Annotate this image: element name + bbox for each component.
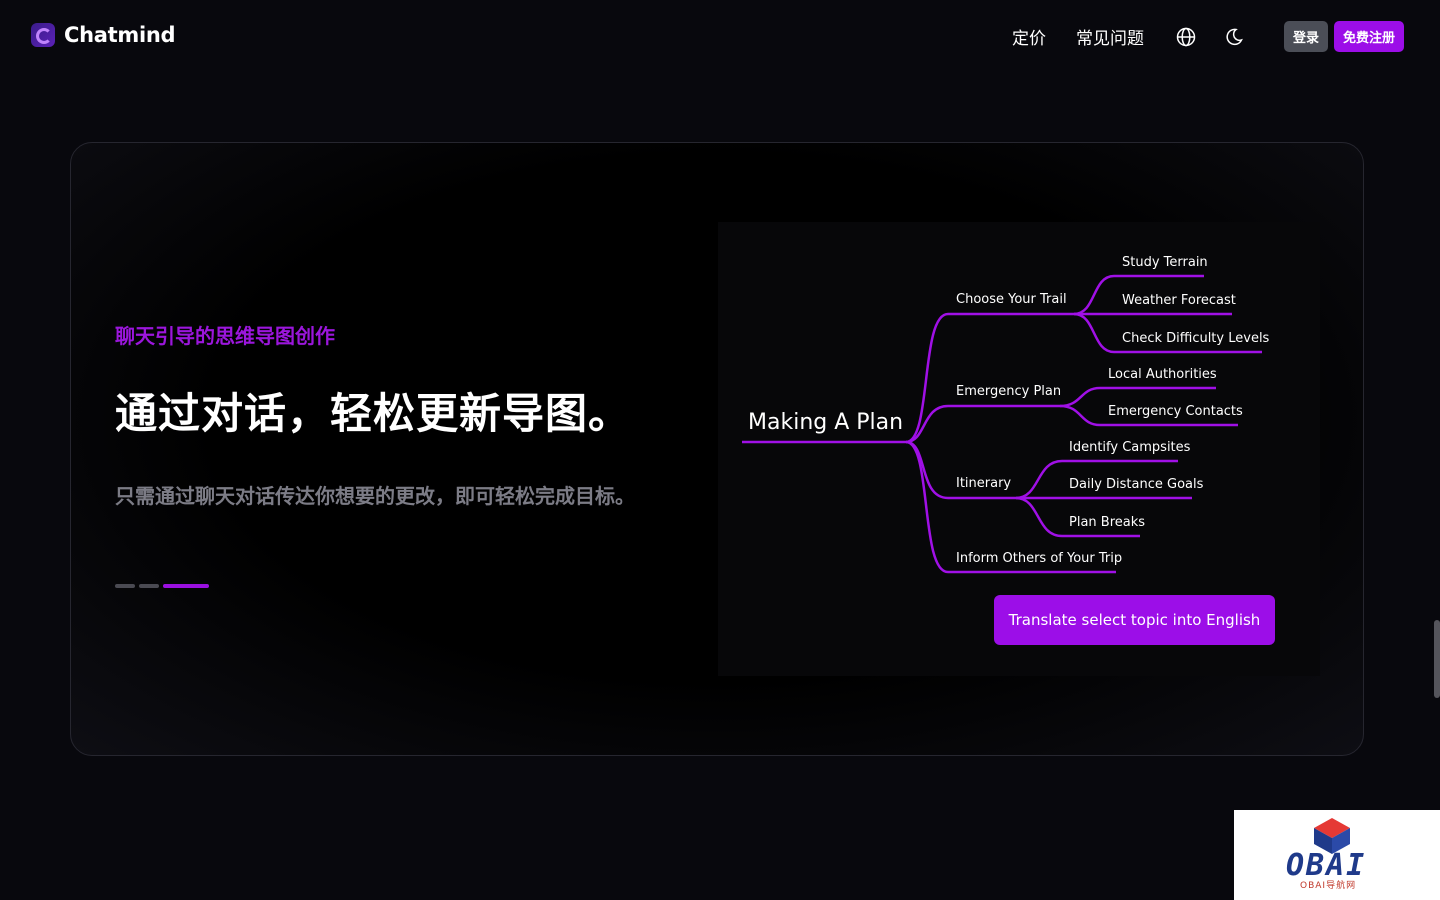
watermark-logo: OBAI OBAI导航网 xyxy=(1234,810,1440,900)
mindmap-node-itinerary[interactable]: Itinerary xyxy=(956,476,1011,491)
feature-subtitle: 聊天引导的思维导图创作 xyxy=(115,324,335,348)
mindmap-node-choose-your-trail[interactable]: Choose Your Trail xyxy=(956,292,1067,307)
mindmap-node-local-authorities[interactable]: Local Authorities xyxy=(1108,367,1217,382)
nav-pricing[interactable]: 定价 xyxy=(1012,24,1046,49)
mindmap-node-check-difficulty[interactable]: Check Difficulty Levels xyxy=(1122,331,1269,346)
mindmap-node-inform-others[interactable]: Inform Others of Your Trip xyxy=(956,551,1122,566)
carousel-dot-2[interactable] xyxy=(139,584,159,588)
mindmap-node-identify-campsites[interactable]: Identify Campsites xyxy=(1069,440,1190,455)
signup-button[interactable]: 免费注册 xyxy=(1333,21,1404,52)
mindmap-node-weather-forecast[interactable]: Weather Forecast xyxy=(1122,293,1236,308)
globe-icon[interactable] xyxy=(1174,25,1198,49)
mindmap-node-daily-distance[interactable]: Daily Distance Goals xyxy=(1069,477,1203,492)
brand-logo[interactable]: Chatmind xyxy=(31,23,176,47)
carousel-dot-1[interactable] xyxy=(115,584,135,588)
carousel-indicator xyxy=(115,584,209,588)
mindmap-node-study-terrain[interactable]: Study Terrain xyxy=(1122,255,1208,270)
moon-icon[interactable] xyxy=(1222,25,1246,49)
mindmap-node-emergency-contacts[interactable]: Emergency Contacts xyxy=(1108,404,1243,419)
mindmap-root-node[interactable]: Making A Plan xyxy=(748,410,903,435)
mindmap-node-emergency-plan[interactable]: Emergency Plan xyxy=(956,384,1061,399)
brand-name: Chatmind xyxy=(64,23,176,47)
chatmind-logo-icon xyxy=(31,23,55,47)
feature-description: 只需通过聊天对话传达你想要的更改，即可轻松完成目标。 xyxy=(115,484,635,508)
carousel-dot-3-active[interactable] xyxy=(163,584,209,588)
feature-headline: 通过对话，轻松更新导图。 xyxy=(115,389,632,438)
top-nav: 定价 常见问题 登录 免费注册 xyxy=(1012,21,1404,52)
watermark-subtext: OBAI导航网 xyxy=(1300,881,1357,891)
page-scrollbar[interactable] xyxy=(1434,620,1440,698)
nav-faq[interactable]: 常见问题 xyxy=(1076,24,1144,49)
translate-topic-button[interactable]: Translate select topic into English xyxy=(994,595,1275,645)
mindmap-node-plan-breaks[interactable]: Plan Breaks xyxy=(1069,515,1145,530)
login-button[interactable]: 登录 xyxy=(1283,21,1328,52)
